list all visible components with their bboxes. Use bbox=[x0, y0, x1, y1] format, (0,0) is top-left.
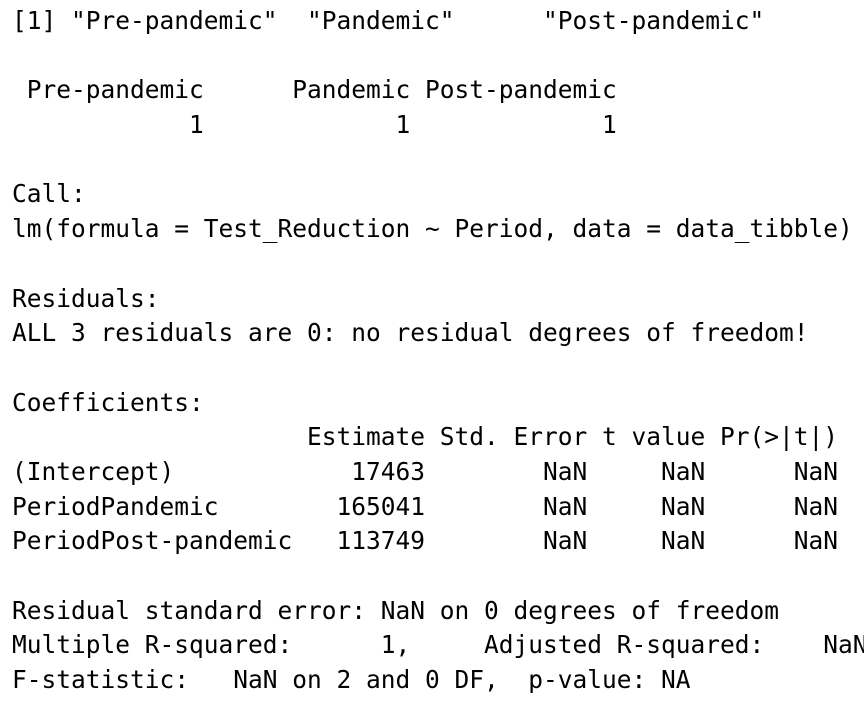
residuals-heading: Residuals: bbox=[12, 283, 160, 313]
r-squared-line: Multiple R-squared: 1, Adjusted R-square… bbox=[12, 630, 864, 660]
f-statistic-line: F-statistic: NaN on 2 and 0 DF, p-value:… bbox=[12, 665, 691, 695]
coefficients-row-post-pandemic: PeriodPost-pandemic 113749 NaN NaN NaN bbox=[12, 526, 839, 556]
print-vector-output: [1] "Pre-pandemic" "Pandemic" "Post-pand… bbox=[12, 6, 765, 35]
table-header: Pre-pandemic Pandemic Post-pandemic bbox=[12, 75, 617, 105]
residuals-message: ALL 3 residuals are 0: no residual degre… bbox=[12, 318, 809, 348]
coefficients-heading: Coefficients: bbox=[12, 387, 204, 417]
table-counts: 1 1 1 bbox=[12, 110, 617, 140]
r-console-output: [1] "Pre-pandemic" "Pandemic" "Post-pand… bbox=[0, 0, 864, 710]
residual-standard-error: Residual standard error: NaN on 0 degree… bbox=[12, 595, 780, 625]
coefficients-header-row: Estimate Std. Error t value Pr(>|t|) bbox=[12, 422, 839, 452]
coefficients-row-intercept: (Intercept) 17463 NaN NaN NaN bbox=[12, 456, 839, 486]
call-heading: Call: bbox=[12, 179, 86, 209]
coefficients-row-pandemic: PeriodPandemic 165041 NaN NaN NaN bbox=[12, 491, 839, 521]
call-formula: lm(formula = Test_Reduction ~ Period, da… bbox=[12, 214, 853, 244]
